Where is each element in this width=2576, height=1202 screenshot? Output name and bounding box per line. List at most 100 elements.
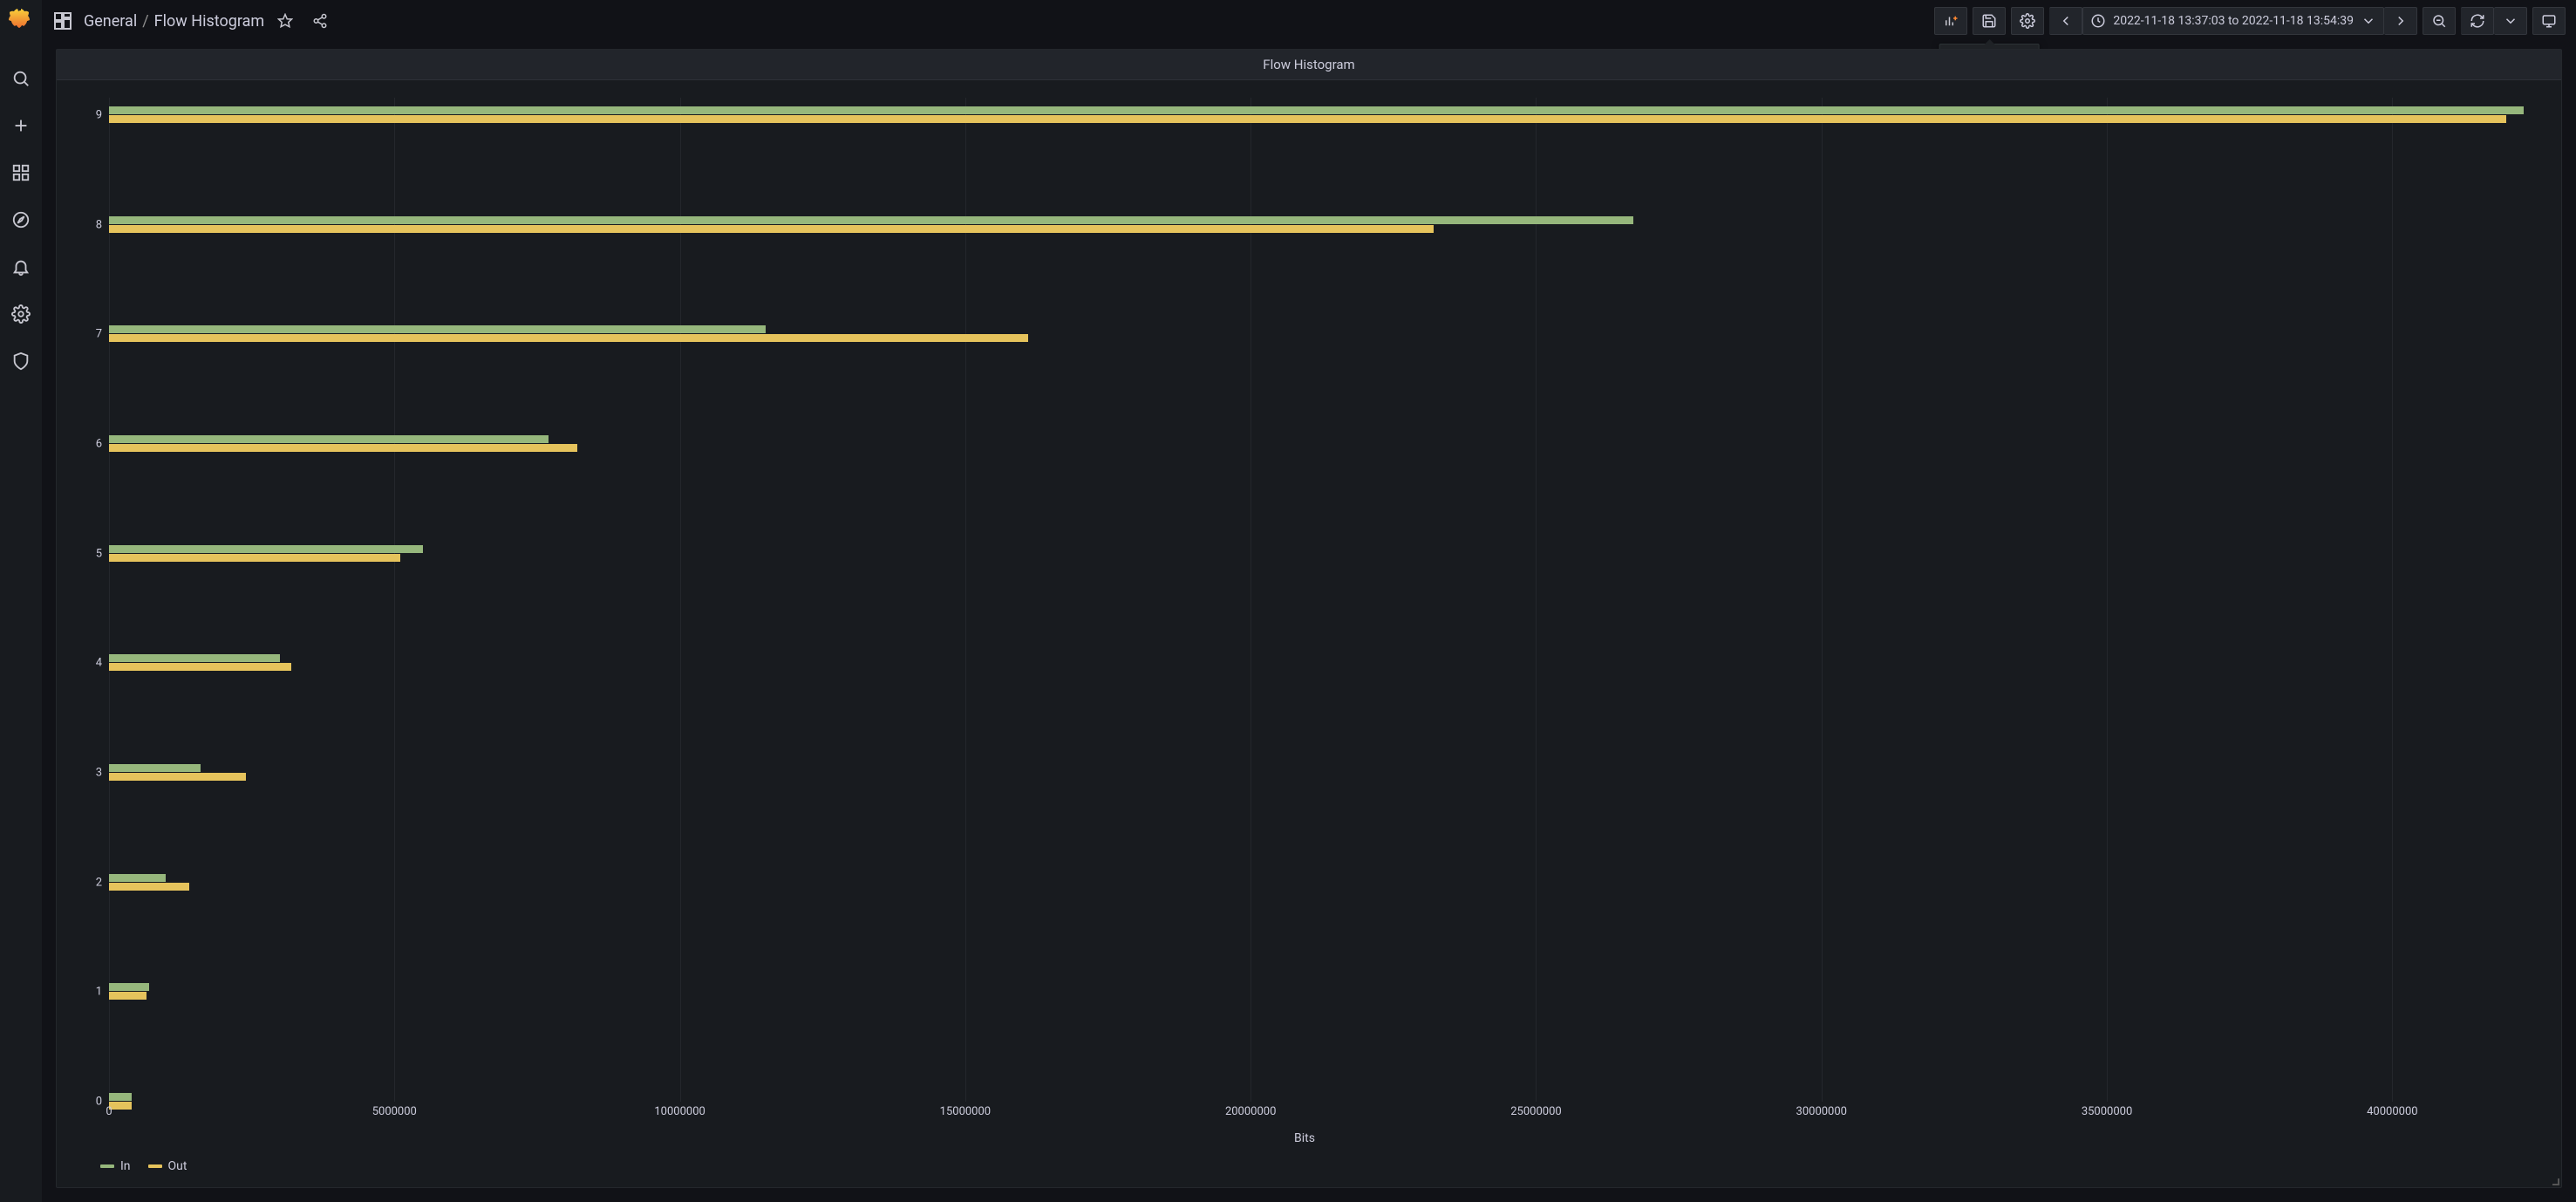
y-tick: 0 — [96, 1096, 102, 1109]
x-tick: 35000000 — [2082, 1105, 2132, 1118]
chart-plot[interactable]: 0 5000000 10000000 15000000 20000000 25000000… — [109, 98, 2535, 1128]
bar-in[interactable] — [109, 764, 201, 772]
time-range-label: 2022-11-18 13:37:03 to 2022-11-18 13:54:… — [2113, 14, 2354, 28]
bar-group — [109, 654, 2535, 672]
topbar: General / Flow Histogram Save dashboard — [42, 0, 2576, 42]
bar-in[interactable] — [109, 1093, 132, 1101]
bar-group — [109, 325, 2535, 343]
bar-group — [109, 983, 2535, 1001]
dashboards-icon[interactable] — [7, 159, 35, 187]
legend-item-out[interactable]: Out — [148, 1159, 187, 1173]
x-tick: 40000000 — [2367, 1105, 2417, 1118]
dashboard-settings-button[interactable] — [2011, 7, 2044, 35]
share-button[interactable] — [306, 7, 334, 35]
legend-label-in: In — [120, 1159, 131, 1173]
refresh-interval-button[interactable] — [2494, 7, 2527, 35]
bar-in[interactable] — [109, 874, 166, 882]
y-tick: 5 — [96, 547, 102, 560]
breadcrumb-dashboard[interactable]: Flow Histogram — [154, 12, 265, 31]
gridline — [2107, 98, 2108, 1102]
y-axis: 0 1 2 3 4 5 6 7 8 9 — [74, 98, 109, 1128]
y-tick: 8 — [96, 218, 102, 231]
gridline — [109, 98, 110, 1102]
y-tick: 9 — [96, 109, 102, 122]
bar-in[interactable] — [109, 216, 1633, 224]
bar-out[interactable] — [109, 115, 2506, 123]
x-axis-label: Bits — [74, 1128, 2535, 1154]
panel-title[interactable]: Flow Histogram — [57, 50, 2561, 80]
breadcrumb-sep: / — [142, 12, 148, 31]
configuration-gear-icon[interactable] — [7, 300, 35, 328]
x-tick: 25000000 — [1510, 1105, 1561, 1118]
gridline — [965, 98, 966, 1102]
refresh-button[interactable] — [2461, 7, 2494, 35]
time-range-back-button[interactable] — [2049, 7, 2082, 35]
save-dashboard-button[interactable] — [1973, 7, 2006, 35]
sidebar — [0, 0, 42, 1202]
bar-out[interactable] — [109, 334, 1028, 342]
legend-swatch-in — [100, 1164, 114, 1168]
gridline — [394, 98, 395, 1102]
panel-flow-histogram: Flow Histogram 0 1 2 3 4 5 6 7 8 9 0 5000000 100000… — [56, 49, 2562, 1188]
y-tick: 7 — [96, 328, 102, 341]
panel-resize-handle[interactable] — [2552, 1178, 2559, 1185]
gridline — [680, 98, 681, 1102]
create-plus-icon[interactable] — [7, 112, 35, 140]
bar-group — [109, 874, 2535, 891]
x-tick: 15000000 — [940, 1105, 991, 1118]
legend-swatch-out — [148, 1164, 162, 1168]
bar-out[interactable] — [109, 883, 189, 891]
gridline — [1822, 98, 1823, 1102]
bar-in[interactable] — [109, 983, 149, 991]
gridline — [1536, 98, 1537, 1102]
bar-out[interactable] — [109, 773, 246, 781]
y-tick: 4 — [96, 657, 102, 670]
legend: In Out — [74, 1154, 2535, 1178]
gridline — [2392, 98, 2393, 1102]
x-tick: 10000000 — [654, 1105, 705, 1118]
y-tick: 1 — [96, 986, 102, 999]
bar-out[interactable] — [109, 554, 400, 562]
bar-in[interactable] — [109, 435, 549, 443]
bar-in[interactable] — [109, 325, 766, 333]
explore-compass-icon[interactable] — [7, 206, 35, 234]
bar-in[interactable] — [109, 545, 423, 553]
y-tick: 6 — [96, 438, 102, 451]
bar-out[interactable] — [109, 992, 147, 1000]
server-admin-shield-icon[interactable] — [7, 347, 35, 375]
alerting-bell-icon[interactable] — [7, 253, 35, 281]
bar-in[interactable] — [109, 106, 2524, 114]
search-icon[interactable] — [7, 65, 35, 92]
bar-out[interactable] — [109, 225, 1434, 233]
star-button[interactable] — [271, 7, 299, 35]
bar-out[interactable] — [109, 663, 291, 671]
bar-in[interactable] — [109, 654, 280, 662]
grafana-logo[interactable] — [7, 7, 35, 35]
time-range-forward-button[interactable] — [2384, 7, 2417, 35]
y-tick: 2 — [96, 876, 102, 889]
tv-mode-button[interactable] — [2532, 7, 2566, 35]
bar-group — [109, 545, 2535, 563]
x-tick: 0 — [106, 1105, 112, 1118]
main-area: General / Flow Histogram Save dashboard — [42, 0, 2576, 1202]
time-range-picker[interactable]: 2022-11-18 13:37:03 to 2022-11-18 13:54:… — [2082, 7, 2384, 35]
legend-item-in[interactable]: In — [100, 1159, 131, 1173]
bar-group — [109, 216, 2535, 234]
x-tick: 5000000 — [372, 1105, 417, 1118]
bar-out[interactable] — [109, 444, 577, 452]
breadcrumb: General / Flow Histogram — [84, 12, 264, 31]
add-panel-button[interactable] — [1934, 7, 1967, 35]
breadcrumb-folder[interactable]: General — [84, 12, 137, 31]
y-tick: 3 — [96, 767, 102, 780]
x-axis: 0 5000000 10000000 15000000 20000000 25000000… — [109, 1102, 2535, 1128]
dashboard-panels-icon[interactable] — [52, 10, 73, 31]
x-tick: 20000000 — [1225, 1105, 1276, 1118]
bar-group — [109, 435, 2535, 453]
bar-group — [109, 106, 2535, 124]
legend-label-out: Out — [168, 1159, 187, 1173]
zoom-out-button[interactable] — [2423, 7, 2456, 35]
chart-area[interactable]: 0 1 2 3 4 5 6 7 8 9 0 5000000 10000000 15000000 20000… — [74, 98, 2535, 1128]
chevron-down-icon — [2361, 13, 2376, 29]
x-tick: 30000000 — [1796, 1105, 1847, 1118]
bar-group — [109, 764, 2535, 782]
